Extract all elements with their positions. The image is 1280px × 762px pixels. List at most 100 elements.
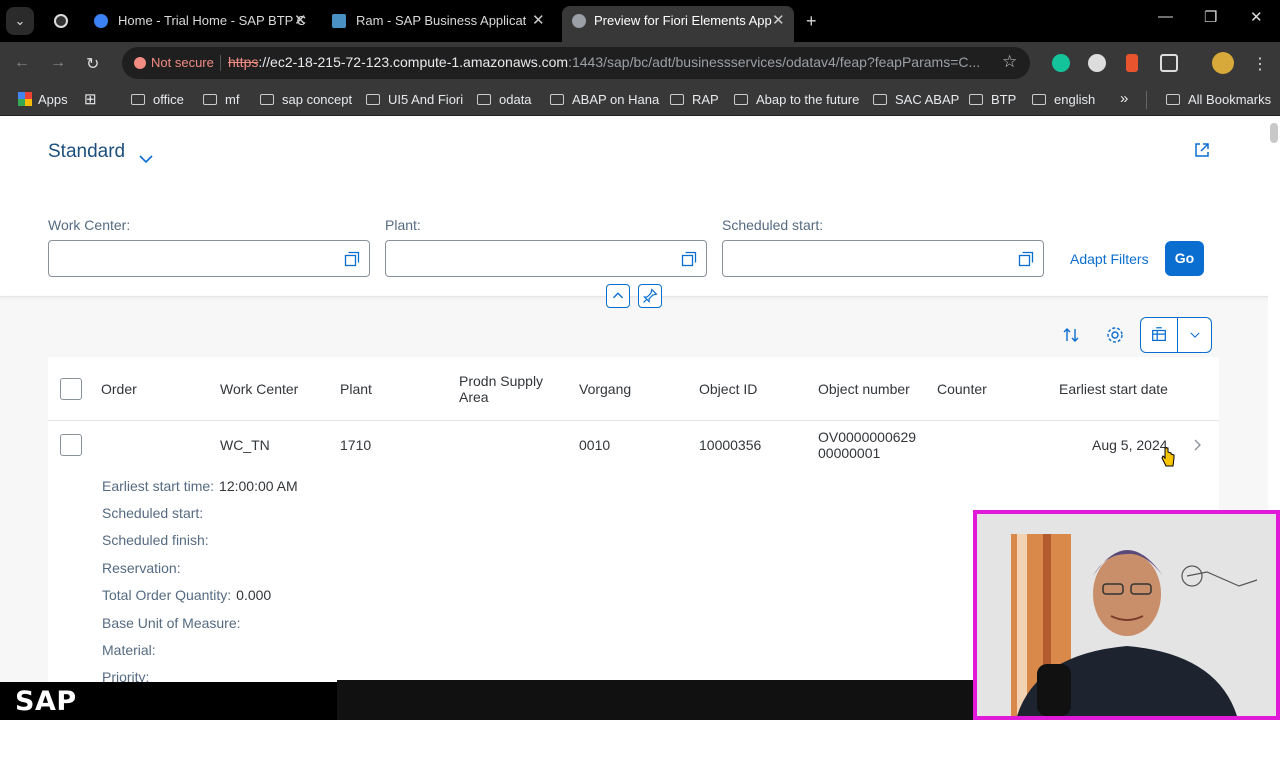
- bookmark-folder[interactable]: office: [131, 92, 184, 107]
- column-header[interactable]: Prodn Supply Area: [459, 373, 559, 405]
- filter-label-work-center: Work Center:: [48, 217, 130, 233]
- forward-icon[interactable]: →: [50, 54, 66, 72]
- detail-label: Reservation:: [102, 560, 181, 576]
- bookmark-folder[interactable]: mf: [203, 92, 239, 107]
- grammarly-extension-icon[interactable]: [1052, 54, 1070, 72]
- folder-icon: [734, 94, 748, 105]
- detail-value: 12:00:00 AM: [219, 478, 298, 494]
- tab-label: Home - Trial Home - SAP BTP C: [118, 6, 306, 36]
- folder-icon: [203, 94, 217, 105]
- profile-avatar[interactable]: [1212, 52, 1234, 74]
- column-header[interactable]: Work Center: [220, 381, 298, 397]
- new-tab-button[interactable]: +: [806, 6, 826, 36]
- folder-icon: [550, 94, 564, 105]
- gear-icon[interactable]: [1105, 325, 1125, 345]
- column-header[interactable]: Object ID: [699, 381, 757, 397]
- detail-label: Total Order Quantity:: [102, 587, 231, 603]
- bookmark-folder[interactable]: UI5 And Fiori: [366, 92, 463, 107]
- sort-icon[interactable]: [1061, 325, 1081, 345]
- cell-object-id: 10000356: [699, 437, 761, 453]
- bookmark-label: office: [153, 92, 184, 107]
- tab-groups-icon[interactable]: ⊞: [84, 90, 97, 108]
- tab-btp-home[interactable]: Home - Trial Home - SAP BTP C ✕: [88, 6, 313, 36]
- bookmark-folder[interactable]: SAC ABAP: [873, 92, 959, 107]
- reload-icon[interactable]: ↻: [86, 54, 99, 74]
- tab-label: Ram - SAP Business Application: [356, 6, 526, 36]
- close-window-icon[interactable]: ✕: [1250, 8, 1263, 26]
- filter-label-scheduled-start: Scheduled start:: [722, 217, 823, 233]
- minimize-icon[interactable]: —: [1158, 8, 1173, 25]
- chevron-down-icon[interactable]: [1188, 328, 1202, 342]
- variant-title[interactable]: Standard: [48, 141, 125, 163]
- column-header[interactable]: Vorgang: [579, 381, 631, 397]
- chevron-down-icon[interactable]: [138, 151, 154, 167]
- column-header[interactable]: Earliest start date: [1059, 381, 1168, 397]
- work-center-input[interactable]: [48, 240, 370, 277]
- scheduled-start-input[interactable]: [722, 240, 1044, 277]
- extension-icon[interactable]: [1088, 54, 1106, 72]
- bookmark-label: odata: [499, 92, 532, 107]
- close-tab-icon[interactable]: ✕: [294, 6, 307, 36]
- bookmark-folder[interactable]: ABAP on Hana: [550, 92, 659, 107]
- all-bookmarks[interactable]: All Bookmarks: [1166, 92, 1271, 107]
- tab-fiori-preview[interactable]: Preview for Fiori Elements App ✕: [562, 6, 794, 42]
- scrollbar-thumb[interactable]: [1270, 123, 1278, 143]
- bookmark-folder[interactable]: sap concept: [260, 92, 352, 107]
- select-all-checkbox[interactable]: [60, 378, 82, 400]
- cell-object-number-line1: OV0000000629: [818, 429, 916, 445]
- bookmark-apps[interactable]: Apps: [18, 92, 68, 107]
- pinned-tab[interactable]: [48, 6, 74, 36]
- bookmark-label: All Bookmarks: [1188, 92, 1271, 107]
- column-header[interactable]: Plant: [340, 381, 372, 397]
- close-tab-icon[interactable]: ✕: [532, 6, 545, 36]
- collapse-header-button[interactable]: [606, 284, 630, 308]
- browser-tab-strip: ⌄ Home - Trial Home - SAP BTP C ✕ Ram - …: [0, 0, 1280, 42]
- business-app-icon: [332, 14, 346, 28]
- share-icon[interactable]: [1193, 141, 1211, 159]
- column-header[interactable]: Order: [101, 381, 137, 397]
- export-spreadsheet-icon[interactable]: [1150, 326, 1168, 344]
- overlay-strip: [337, 680, 973, 720]
- more-bookmarks-button[interactable]: »: [1120, 90, 1128, 107]
- menu-dots-icon[interactable]: ⋮: [1252, 54, 1268, 74]
- value-help-icon[interactable]: [1018, 251, 1034, 267]
- back-icon[interactable]: ←: [14, 54, 30, 72]
- folder-icon: [366, 94, 380, 105]
- warning-icon: [134, 57, 146, 69]
- extension-icon[interactable]: [1126, 54, 1138, 72]
- apps-grid-icon: [18, 92, 32, 106]
- chevron-right-icon[interactable]: [1193, 438, 1203, 452]
- presenter-image: [977, 514, 1276, 716]
- adapt-filters-button[interactable]: Adapt Filters: [1070, 251, 1149, 267]
- detail-scheduled-start: Scheduled start:: [102, 505, 208, 521]
- column-header[interactable]: Object number: [818, 381, 910, 397]
- tab-search-button[interactable]: ⌄: [6, 7, 34, 35]
- url-scheme: https: [228, 54, 258, 70]
- plant-input[interactable]: [385, 240, 707, 277]
- security-chip[interactable]: Not secure: [151, 55, 214, 70]
- folder-icon: [131, 94, 145, 105]
- bookmark-star-icon[interactable]: ☆: [1002, 52, 1017, 72]
- tab-business-application[interactable]: Ram - SAP Business Application ✕: [326, 6, 551, 36]
- bookmark-folder[interactable]: Abap to the future: [734, 92, 859, 107]
- row-checkbox[interactable]: [60, 434, 82, 456]
- bookmark-folder[interactable]: BTP: [969, 92, 1016, 107]
- extensions-puzzle-icon[interactable]: [1160, 54, 1178, 72]
- bookmark-folder[interactable]: english: [1032, 92, 1095, 107]
- url-text[interactable]: https://ec2-18-215-72-123.compute-1.amaz…: [228, 54, 980, 70]
- detail-base-unit-of-measure: Base Unit of Measure:: [102, 615, 246, 631]
- close-tab-icon[interactable]: ✕: [772, 6, 785, 36]
- column-header[interactable]: Counter: [937, 381, 987, 397]
- bookmark-label: sap concept: [282, 92, 352, 107]
- bookmark-folder[interactable]: RAP: [670, 92, 719, 107]
- export-button-group[interactable]: [1140, 317, 1212, 353]
- bookmark-folder[interactable]: odata: [477, 92, 532, 107]
- pin-header-button[interactable]: [638, 284, 662, 308]
- restore-icon[interactable]: ❐: [1204, 8, 1217, 26]
- value-help-icon[interactable]: [344, 251, 360, 267]
- value-help-icon[interactable]: [681, 251, 697, 267]
- detail-label: Earliest start time:: [102, 478, 214, 494]
- go-button[interactable]: Go: [1165, 241, 1204, 276]
- omnibox[interactable]: Not secure https://ec2-18-215-72-123.com…: [122, 47, 1030, 79]
- detail-label: Scheduled start:: [102, 505, 203, 521]
